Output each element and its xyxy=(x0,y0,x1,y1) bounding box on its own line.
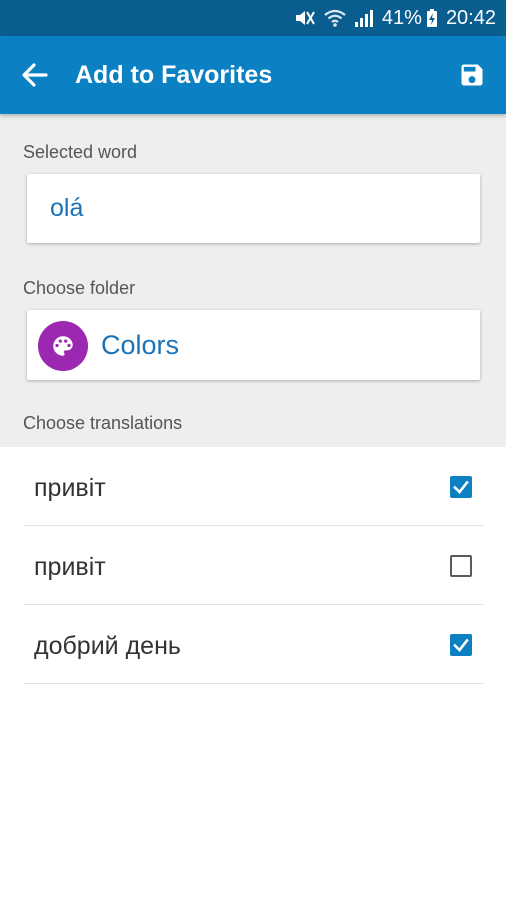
form-area: Selected word olá Choose folder Colors C… xyxy=(0,114,506,447)
selected-word-label: Selected word xyxy=(23,142,138,162)
mute-icon xyxy=(294,8,316,28)
translation-checkbox[interactable] xyxy=(450,476,472,498)
wifi-icon xyxy=(324,8,346,28)
back-button[interactable] xyxy=(20,60,50,90)
translation-row[interactable]: добрий день xyxy=(24,605,484,684)
save-button[interactable] xyxy=(458,61,486,89)
arrow-left-icon xyxy=(22,63,48,87)
battery-charging-icon xyxy=(426,8,438,28)
translation-text: привіт xyxy=(34,474,106,502)
selected-word-value: olá xyxy=(50,194,84,222)
choose-translations-label: Choose translations xyxy=(23,413,183,433)
translation-row[interactable]: привіт xyxy=(24,526,484,605)
folder-name: Colors xyxy=(101,330,180,360)
translation-checkbox[interactable] xyxy=(450,634,472,656)
status-bar: 41% 20:42 xyxy=(0,0,506,36)
battery-percent: 41% xyxy=(381,6,422,29)
translation-checkbox[interactable] xyxy=(450,555,472,577)
translation-row[interactable]: привіт xyxy=(24,447,484,526)
check-icon xyxy=(453,638,469,652)
status-time: 20:42 xyxy=(445,6,496,29)
folder-selector[interactable]: Colors xyxy=(27,310,480,380)
translation-text: привіт xyxy=(34,553,106,581)
selected-word-card: olá xyxy=(27,174,480,243)
check-icon xyxy=(453,480,469,494)
palette-icon xyxy=(38,321,88,371)
app-bar: Add to Favorites xyxy=(0,36,506,114)
choose-folder-label: Choose folder xyxy=(23,278,136,298)
translation-text: добрий день xyxy=(34,632,181,660)
translations-list: привіт привіт добрий день xyxy=(0,447,506,684)
page-title: Add to Favorites xyxy=(75,61,273,89)
signal-icon xyxy=(354,8,374,28)
save-icon xyxy=(461,64,483,86)
